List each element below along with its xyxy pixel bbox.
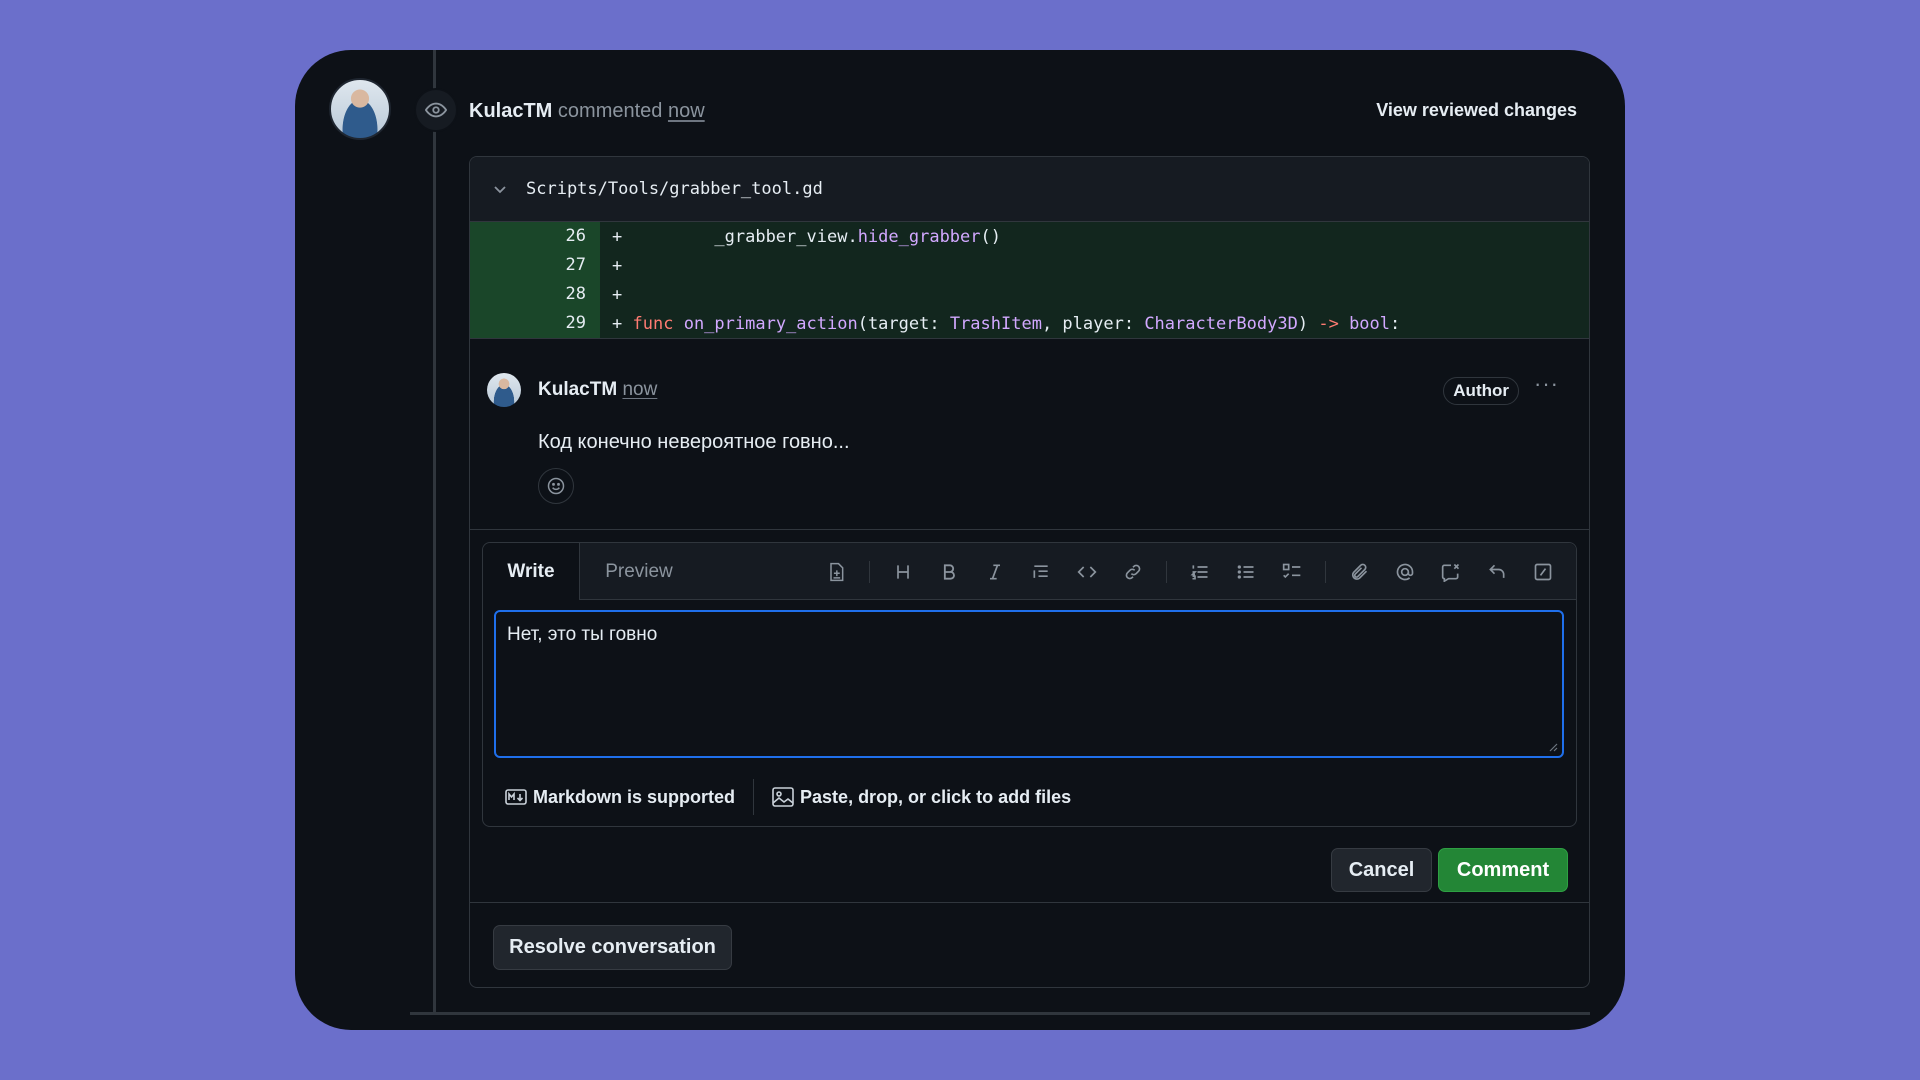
review-action: commented — [557, 100, 663, 122]
slash-command-icon[interactable] — [1520, 557, 1566, 587]
avatar[interactable] — [487, 373, 521, 407]
diff-line: 29 + func on_primary_action(target: Tras… — [470, 309, 1589, 338]
file-path[interactable]: Scripts/Tools/grabber_tool.gd — [526, 179, 823, 199]
comment-header: KulacTM now — [538, 379, 657, 401]
eye-icon — [414, 88, 458, 132]
toolbar-divider — [869, 561, 870, 583]
timeline-divider — [410, 1012, 1590, 1015]
comment-textarea[interactable]: Нет, это ты говно — [494, 610, 1564, 758]
timeline-line — [433, 50, 436, 1015]
cancel-button[interactable]: Cancel — [1331, 848, 1432, 892]
unordered-list-icon[interactable] — [1223, 557, 1269, 587]
reply-area: Write Preview Нет, это ты говно Markdown… — [470, 530, 1589, 903]
diff-code: + _grabber_view.hide_grabber() — [612, 226, 1001, 247]
code-icon[interactable] — [1064, 557, 1110, 587]
markdown-icon — [505, 789, 527, 805]
toolbar-divider — [1325, 561, 1326, 583]
comment-author[interactable]: KulacTM — [538, 379, 617, 400]
resize-handle-icon[interactable] — [1546, 740, 1558, 752]
diff-hunk: 26 + _grabber_view.hide_grabber() 27 + 2… — [470, 222, 1589, 339]
diff-line: 28 + — [470, 280, 1589, 309]
review-time[interactable]: now — [668, 100, 705, 122]
editor-footer: Markdown is supported Paste, drop, or cl… — [483, 769, 1576, 825]
diff-line: 27 + — [470, 251, 1589, 280]
smiley-icon[interactable] — [538, 468, 574, 504]
line-number: 26 — [470, 222, 600, 251]
toolbar-divider — [1166, 561, 1167, 583]
attach-icon[interactable] — [1336, 557, 1382, 587]
review-card: KulacTM commented now View reviewed chan… — [295, 50, 1625, 1030]
resolve-area: Resolve conversation — [470, 903, 1589, 987]
view-reviewed-changes-link[interactable]: View reviewed changes — [1376, 100, 1577, 121]
kebab-menu-icon[interactable]: ··· — [1534, 371, 1559, 397]
heading-icon[interactable] — [880, 557, 926, 587]
line-number: 29 — [470, 309, 600, 338]
editor-tabs: Write Preview — [483, 543, 1576, 600]
review-header: KulacTM commented now — [469, 100, 705, 123]
mention-icon[interactable] — [1382, 557, 1428, 587]
resolve-conversation-button[interactable]: Resolve conversation — [493, 925, 732, 970]
add-files-note[interactable]: Paste, drop, or click to add files — [772, 787, 1071, 808]
review-author[interactable]: KulacTM — [469, 100, 552, 122]
add-file-icon[interactable] — [813, 557, 859, 587]
markdown-toolbar — [813, 557, 1566, 587]
link-icon[interactable] — [1110, 557, 1156, 587]
comment: KulacTM now Author ··· Код конечно невер… — [470, 339, 1589, 530]
line-number: 28 — [470, 280, 600, 309]
task-list-icon[interactable] — [1269, 557, 1315, 587]
line-number: 27 — [470, 251, 600, 280]
comment-editor: Write Preview Нет, это ты говно Markdown… — [482, 542, 1577, 827]
textarea-value: Нет, это ты говно — [507, 624, 658, 645]
review-thread: Scripts/Tools/grabber_tool.gd 26 + _grab… — [469, 156, 1590, 988]
avatar[interactable] — [329, 78, 391, 140]
chevron-down-icon[interactable] — [492, 181, 508, 197]
author-badge: Author — [1443, 377, 1519, 405]
diff-code: + func on_primary_action(target: TrashIt… — [612, 313, 1401, 334]
diff-code: + — [612, 255, 623, 276]
comment-button[interactable]: Comment — [1438, 848, 1568, 892]
image-icon — [772, 787, 794, 807]
diff-code: + — [612, 284, 623, 305]
markdown-support-note[interactable]: Markdown is supported — [505, 787, 735, 808]
reply-icon[interactable] — [1474, 557, 1520, 587]
footer-divider — [753, 779, 755, 815]
cross-reference-icon[interactable] — [1428, 557, 1474, 587]
italic-icon[interactable] — [972, 557, 1018, 587]
comment-time[interactable]: now — [622, 379, 657, 400]
quote-icon[interactable] — [1018, 557, 1064, 587]
tab-preview[interactable]: Preview — [579, 543, 699, 600]
comment-body: Код конечно невероятное говно... — [538, 431, 850, 453]
ordered-list-icon[interactable] — [1177, 557, 1223, 587]
file-header: Scripts/Tools/grabber_tool.gd — [470, 157, 1589, 222]
bold-icon[interactable] — [926, 557, 972, 587]
tab-write[interactable]: Write — [483, 543, 580, 600]
diff-line: 26 + _grabber_view.hide_grabber() — [470, 222, 1589, 251]
